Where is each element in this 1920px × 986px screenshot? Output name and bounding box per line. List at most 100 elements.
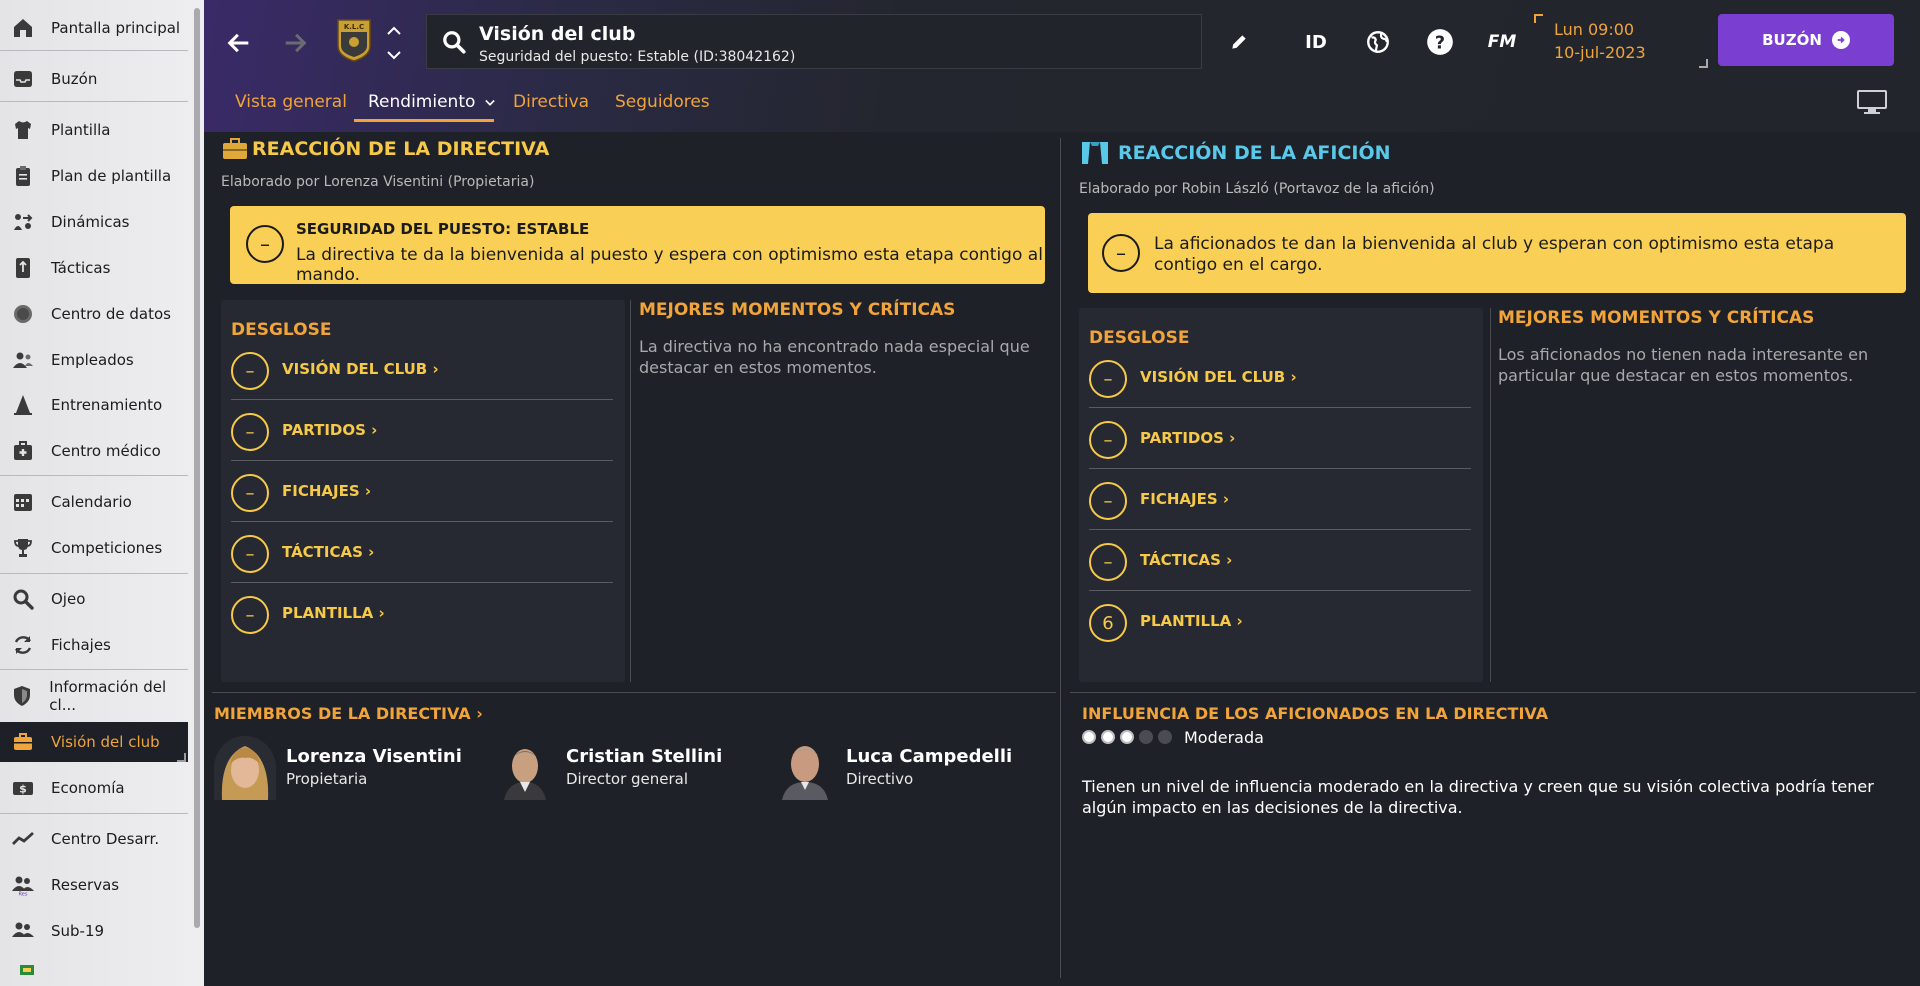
tab-overview[interactable]: Vista general bbox=[235, 92, 347, 120]
sidebar-item-finances[interactable]: $ Economía bbox=[0, 768, 188, 808]
sidebar-item-training[interactable]: Entrenamiento bbox=[0, 385, 188, 425]
member-role: Directivo bbox=[846, 770, 914, 788]
breakdown-label: FICHAJES bbox=[1140, 490, 1218, 508]
sidebar-item-calendar[interactable]: Calendario bbox=[0, 482, 188, 522]
sidebar-item-scouting[interactable]: Ojeo bbox=[0, 579, 188, 619]
breakdown-row-squad[interactable]: – PLANTILLA › bbox=[231, 584, 613, 644]
sidebar-item-home[interactable]: Pantalla principal bbox=[0, 8, 188, 48]
trophy-icon bbox=[10, 535, 36, 561]
game-date[interactable]: Lun 09:00 10-jul-2023 bbox=[1534, 14, 1708, 68]
sidebar-item-dev-centre[interactable]: Centro Desarr. bbox=[0, 819, 188, 859]
fans-highlights-text: Los aficionados no tienen nada interesan… bbox=[1498, 345, 1869, 385]
board-members-title[interactable]: MIEMBROS DE LA DIRECTIVA › bbox=[214, 704, 483, 723]
chevron-up-icon bbox=[387, 26, 401, 35]
training-cone-icon bbox=[10, 392, 36, 418]
svg-text:$: $ bbox=[19, 783, 27, 796]
sidebar-item-label: Plantilla bbox=[51, 121, 111, 139]
breakdown-row-transfers[interactable]: – FICHAJES › bbox=[1089, 470, 1471, 530]
active-corner-marker bbox=[177, 753, 186, 762]
breakdown-row-matches[interactable]: – PARTIDOS › bbox=[231, 401, 613, 461]
avatar bbox=[494, 736, 556, 800]
board-member[interactable]: Luca Campedelli Directivo bbox=[774, 736, 1012, 800]
inbox-continue-button[interactable]: BUZÓN bbox=[1718, 14, 1894, 66]
fans-welcome-text: La aficionados te dan la bienvenida al c… bbox=[1154, 234, 1835, 275]
breakdown-row-club-vision[interactable]: – VISIÓN DEL CLUB › bbox=[1089, 348, 1471, 408]
sidebar-item-dynamics[interactable]: Dinámicas bbox=[0, 202, 188, 242]
sidebar-item-competitions[interactable]: Competiciones bbox=[0, 528, 188, 568]
tab-supporters[interactable]: Seguidores bbox=[615, 92, 710, 120]
sidebar-item-data-hub[interactable]: Centro de datos bbox=[0, 294, 188, 334]
sidebar-item-inbox[interactable]: Buzón bbox=[0, 59, 188, 99]
sidebar-item-squad-plan[interactable]: Plan de plantilla bbox=[0, 156, 188, 196]
world-button[interactable] bbox=[1360, 26, 1396, 58]
breakdown-row-tactics[interactable]: – TÁCTICAS › bbox=[1089, 531, 1471, 591]
development-chart-icon bbox=[10, 826, 36, 852]
breakdown-row-club-vision[interactable]: – VISIÓN DEL CLUB › bbox=[231, 340, 613, 400]
breakdown-row-matches[interactable]: – PARTIDOS › bbox=[1089, 409, 1471, 469]
sidebar-item-reserves[interactable]: Res Reservas bbox=[0, 865, 188, 905]
rating-dot-filled bbox=[1101, 730, 1115, 744]
main-content: REACCIÓN DE LA DIRECTIVA Elaborado por L… bbox=[204, 132, 1920, 986]
search-icon bbox=[443, 31, 466, 54]
edit-button[interactable] bbox=[1224, 26, 1254, 58]
search-bar[interactable]: Visión del club Seguridad del puesto: Es… bbox=[426, 14, 1202, 69]
club-crest[interactable]: K.L.C bbox=[336, 18, 372, 62]
pencil-icon bbox=[1232, 35, 1246, 49]
fans-influence-title: INFLUENCIA DE LOS AFICIONADOS EN LA DIRE… bbox=[1082, 704, 1549, 723]
sidebar-item-staff[interactable]: Empleados bbox=[0, 340, 188, 380]
help-button[interactable]: ? bbox=[1422, 26, 1458, 58]
sidebar-item-squad[interactable]: Plantilla bbox=[0, 110, 188, 150]
fans-reaction-title: REACCIÓN DE LA AFICIÓN bbox=[1118, 142, 1391, 164]
rating-circle: – bbox=[1089, 360, 1127, 398]
sidebar-item-label: Fichajes bbox=[51, 636, 111, 654]
rating-dot-empty bbox=[1158, 730, 1172, 744]
tab-performance[interactable]: Rendimiento bbox=[368, 92, 495, 120]
sidebar-item-medical[interactable]: Centro médico bbox=[0, 431, 188, 471]
calendar-icon bbox=[10, 489, 36, 515]
neutral-status-icon: – bbox=[246, 225, 284, 263]
rating-circle: – bbox=[1089, 482, 1127, 520]
sidebar-item-label: Entrenamiento bbox=[51, 396, 163, 414]
fm-menu-button[interactable]: FM bbox=[1482, 26, 1522, 58]
club-switcher[interactable] bbox=[384, 26, 404, 60]
tab-board[interactable]: Directiva bbox=[513, 92, 589, 120]
fans-breakdown-panel: DESGLOSE – VISIÓN DEL CLUB › – PARTIDOS … bbox=[1079, 308, 1483, 682]
display-mode-button[interactable] bbox=[1856, 88, 1888, 116]
back-button[interactable] bbox=[222, 26, 256, 60]
medical-kit-icon bbox=[10, 438, 36, 464]
member-name: Luca Campedelli bbox=[846, 746, 1013, 767]
breakdown-title: DESGLOSE bbox=[231, 320, 332, 340]
breakdown-row-transfers[interactable]: – FICHAJES › bbox=[231, 462, 613, 522]
help-icon: ? bbox=[1427, 29, 1453, 55]
fans-welcome-alert: – La aficionados te dan la bienvenida al… bbox=[1088, 213, 1906, 293]
briefcase-icon bbox=[222, 138, 248, 160]
breakdown-label: VISIÓN DEL CLUB bbox=[1140, 368, 1286, 386]
member-role: Director general bbox=[566, 770, 689, 788]
page-subtitle: Seguridad del puesto: Estable (ID:380421… bbox=[479, 49, 796, 65]
forward-button[interactable] bbox=[278, 26, 312, 60]
reserves-icon: Res bbox=[10, 872, 36, 898]
finance-icon: $ bbox=[10, 775, 36, 801]
breakdown-label: PLANTILLA bbox=[1140, 612, 1232, 630]
influence-rating bbox=[1082, 729, 1178, 745]
rating-dot-filled bbox=[1120, 730, 1134, 744]
u19-icon bbox=[10, 918, 36, 944]
rating-dot-empty bbox=[1139, 730, 1153, 744]
sidebar: Pantalla principal Buzón Plantilla Plan … bbox=[0, 0, 204, 986]
game-date-value: 10-jul-2023 bbox=[1554, 43, 1646, 62]
sidebar-item-club-vision[interactable]: Visión del club bbox=[0, 722, 188, 762]
sidebar-item-club-info[interactable]: Información del cl... bbox=[0, 676, 188, 716]
sidebar-item-label: Buzón bbox=[51, 70, 98, 88]
id-button[interactable]: ID bbox=[1298, 26, 1334, 58]
sidebar-scrollbar[interactable] bbox=[194, 8, 200, 928]
sidebar-item-u19[interactable]: Sub-19 bbox=[0, 911, 188, 951]
breakdown-label: FICHAJES bbox=[282, 482, 360, 500]
sidebar-item-tactics[interactable]: Tácticas bbox=[0, 248, 188, 288]
sidebar-item-transfers[interactable]: Fichajes bbox=[0, 625, 188, 665]
member-name: Cristian Stellini bbox=[566, 746, 723, 767]
breakdown-row-squad[interactable]: 6 PLANTILLA › bbox=[1089, 592, 1471, 652]
sidebar-item-label: Sub-19 bbox=[51, 922, 105, 940]
breakdown-row-tactics[interactable]: – TÁCTICAS › bbox=[231, 523, 613, 583]
board-member[interactable]: Cristian Stellini Director general bbox=[494, 736, 724, 800]
board-member[interactable]: Lorenza Visentini Propietaria bbox=[214, 736, 462, 800]
